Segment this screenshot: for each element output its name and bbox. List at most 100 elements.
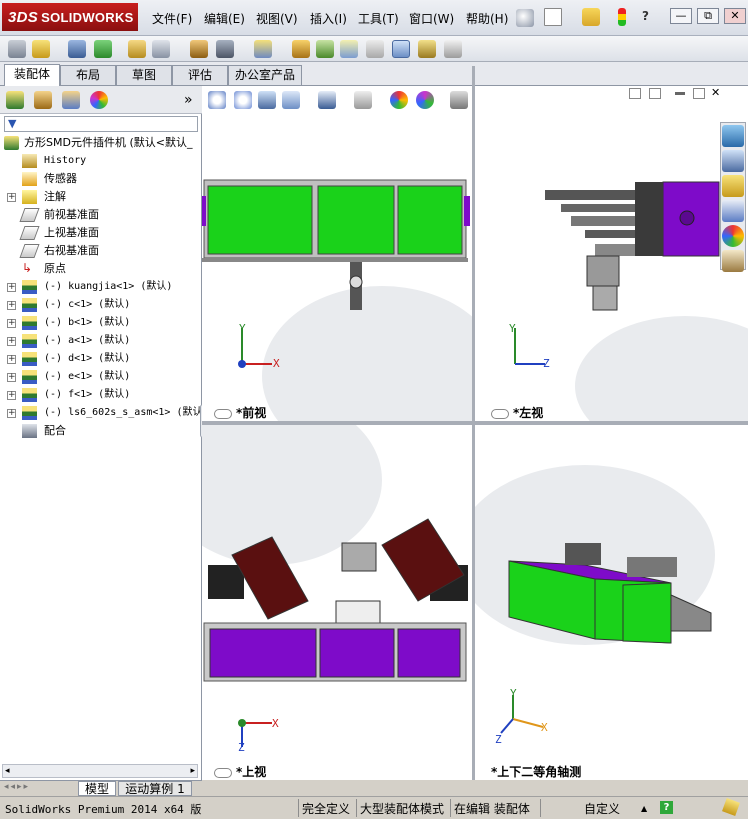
expand-toggle-icon[interactable]: + <box>7 319 16 328</box>
expand-toggle-icon[interactable]: + <box>7 301 16 310</box>
instant3d-icon[interactable] <box>418 40 436 58</box>
section-view-icon[interactable] <box>282 91 300 109</box>
tree-item[interactable]: + (-) e<1> (默认) <box>0 368 202 386</box>
insert-component-icon[interactable] <box>32 40 50 58</box>
bill-of-materials-icon[interactable] <box>316 40 334 58</box>
viewport-top[interactable]: Z X *上视 <box>202 425 472 780</box>
assembly-icon[interactable] <box>8 40 26 58</box>
tree-item[interactable]: + (-) b<1> (默认) <box>0 314 202 332</box>
scroll-right-icon[interactable]: ▸ <box>190 766 195 776</box>
tree-filter-input[interactable]: ▼ <box>4 116 198 132</box>
traffic-light-icon[interactable] <box>618 8 626 26</box>
show-hidden-icon[interactable] <box>190 40 208 58</box>
appearances-icon[interactable] <box>722 225 744 247</box>
interference-detection-icon[interactable] <box>392 40 410 58</box>
feature-tree-tab-icon[interactable] <box>6 91 24 109</box>
zoom-to-area-icon[interactable] <box>234 91 252 109</box>
view-settings-icon[interactable] <box>450 91 468 109</box>
configuration-manager-tab-icon[interactable] <box>62 91 80 109</box>
viewport-left[interactable]: ✕ Y Z *左视 <box>475 86 748 421</box>
expand-panel-icon[interactable]: » <box>184 92 193 108</box>
tree-item[interactable]: + (-) ls6_602s_s_asm<1> (默认 <box>0 404 202 422</box>
units-dropdown-chevron-icon[interactable]: ▲ <box>641 804 647 813</box>
tree-item[interactable]: 传感器 <box>0 170 202 188</box>
linear-pattern-icon[interactable] <box>94 40 112 58</box>
explode-line-sketch-icon[interactable] <box>366 40 384 58</box>
tree-item[interactable]: + (-) a<1> (默认) <box>0 332 202 350</box>
tab-assembly[interactable]: 装配体 <box>4 64 60 86</box>
menu-edit[interactable]: 编辑(E) <box>204 10 245 27</box>
expand-toggle-icon[interactable]: + <box>7 373 16 382</box>
plane-icon <box>19 208 40 222</box>
display-style-icon[interactable] <box>354 91 372 109</box>
exploded-view-icon[interactable] <box>340 40 358 58</box>
pin-icon[interactable] <box>516 9 534 27</box>
expand-toggle-icon[interactable]: + <box>7 409 16 418</box>
tree-item[interactable]: ↳ 原点 <box>0 260 202 278</box>
zoom-to-fit-icon[interactable] <box>208 91 226 109</box>
help-icon[interactable]: ? <box>642 9 649 23</box>
solidworks-logo[interactable]: 3DS SOLIDWORKS <box>2 3 138 31</box>
tab-sketch[interactable]: 草图 <box>116 65 172 85</box>
view-orientation-icon[interactable] <box>318 91 336 109</box>
menu-insert[interactable]: 插入(I) <box>310 10 347 27</box>
tree-item[interactable]: + (-) kuangjia<1> (默认) <box>0 278 202 296</box>
expand-toggle-icon[interactable]: + <box>7 337 16 346</box>
tree-item[interactable]: + (-) d<1> (默认) <box>0 350 202 368</box>
expand-toggle-icon[interactable]: + <box>7 193 16 202</box>
view-palette-icon[interactable] <box>722 200 744 222</box>
file-explorer-icon[interactable] <box>722 175 744 197</box>
expand-toggle-icon[interactable]: + <box>7 355 16 364</box>
menu-window[interactable]: 窗口(W) <box>409 10 454 27</box>
assembly-features-icon[interactable] <box>216 40 234 58</box>
previous-view-icon[interactable] <box>258 91 276 109</box>
units-custom-dropdown[interactable]: 自定义 <box>584 800 620 817</box>
solidworks-resources-icon[interactable] <box>722 125 744 147</box>
tab-scroll-arrows-icon[interactable]: ◂◂▸▸ <box>4 782 30 792</box>
quick-tips-icon[interactable]: ? <box>660 801 673 814</box>
property-manager-tab-icon[interactable] <box>34 91 52 109</box>
minimize-button[interactable]: — <box>670 8 692 24</box>
expand-toggle-icon[interactable]: + <box>7 391 16 400</box>
open-folder-icon[interactable] <box>582 8 600 26</box>
menu-help[interactable]: 帮助(H) <box>466 10 508 27</box>
mate-icon[interactable] <box>68 40 86 58</box>
close-button[interactable]: ✕ <box>724 8 746 24</box>
new-motion-study-icon[interactable] <box>292 40 310 58</box>
display-manager-tab-icon[interactable] <box>90 91 108 109</box>
tree-root-assembly[interactable]: 方形SMD元件插件机 (默认<默认_ <box>0 134 202 152</box>
tab-motion-study[interactable]: 运动算例 1 <box>118 781 192 796</box>
scroll-left-icon[interactable]: ◂ <box>5 766 10 776</box>
menu-view[interactable]: 视图(V) <box>256 10 298 27</box>
large-assembly-mode-icon[interactable] <box>444 40 462 58</box>
smart-fasteners-icon[interactable] <box>128 40 146 58</box>
tree-item[interactable]: 上视基准面 <box>0 224 202 242</box>
horizontal-scrollbar[interactable]: ◂ ▸ <box>2 764 198 778</box>
restore-button[interactable]: ⧉ <box>697 8 719 24</box>
tree-item[interactable]: 右视基准面 <box>0 242 202 260</box>
tab-evaluate[interactable]: 评估 <box>172 65 228 85</box>
rebuild-icon[interactable] <box>722 798 740 816</box>
viewport-front[interactable]: Y X *前视 <box>202 86 472 421</box>
tab-layout[interactable]: 布局 <box>60 65 116 85</box>
expand-toggle-icon[interactable]: + <box>7 283 16 292</box>
tab-model[interactable]: 模型 <box>78 781 116 796</box>
menu-file[interactable]: 文件(F) <box>152 10 192 27</box>
tree-item[interactable]: + (-) c<1> (默认) <box>0 296 202 314</box>
reference-geometry-icon[interactable] <box>254 40 272 58</box>
tree-item[interactable]: 前视基准面 <box>0 206 202 224</box>
viewport-isometric[interactable]: Y X Z *上下二等角轴测 <box>475 425 748 780</box>
tree-item[interactable]: + 注解 <box>0 188 202 206</box>
menu-tools[interactable]: 工具(T) <box>358 10 399 27</box>
tree-item[interactable]: 配合 <box>0 422 202 440</box>
move-component-icon[interactable] <box>152 40 170 58</box>
tree-item[interactable]: History <box>0 152 202 170</box>
viewport-splitter-horizontal[interactable] <box>202 421 748 425</box>
design-library-icon[interactable] <box>722 150 744 172</box>
apply-scene-icon[interactable] <box>416 91 434 109</box>
edit-appearance-icon[interactable] <box>390 91 408 109</box>
custom-properties-icon[interactable] <box>722 250 744 272</box>
tree-item[interactable]: + (-) f<1> (默认) <box>0 386 202 404</box>
new-document-icon[interactable] <box>544 8 562 26</box>
tab-office-products[interactable]: 办公室产品 <box>228 65 302 85</box>
